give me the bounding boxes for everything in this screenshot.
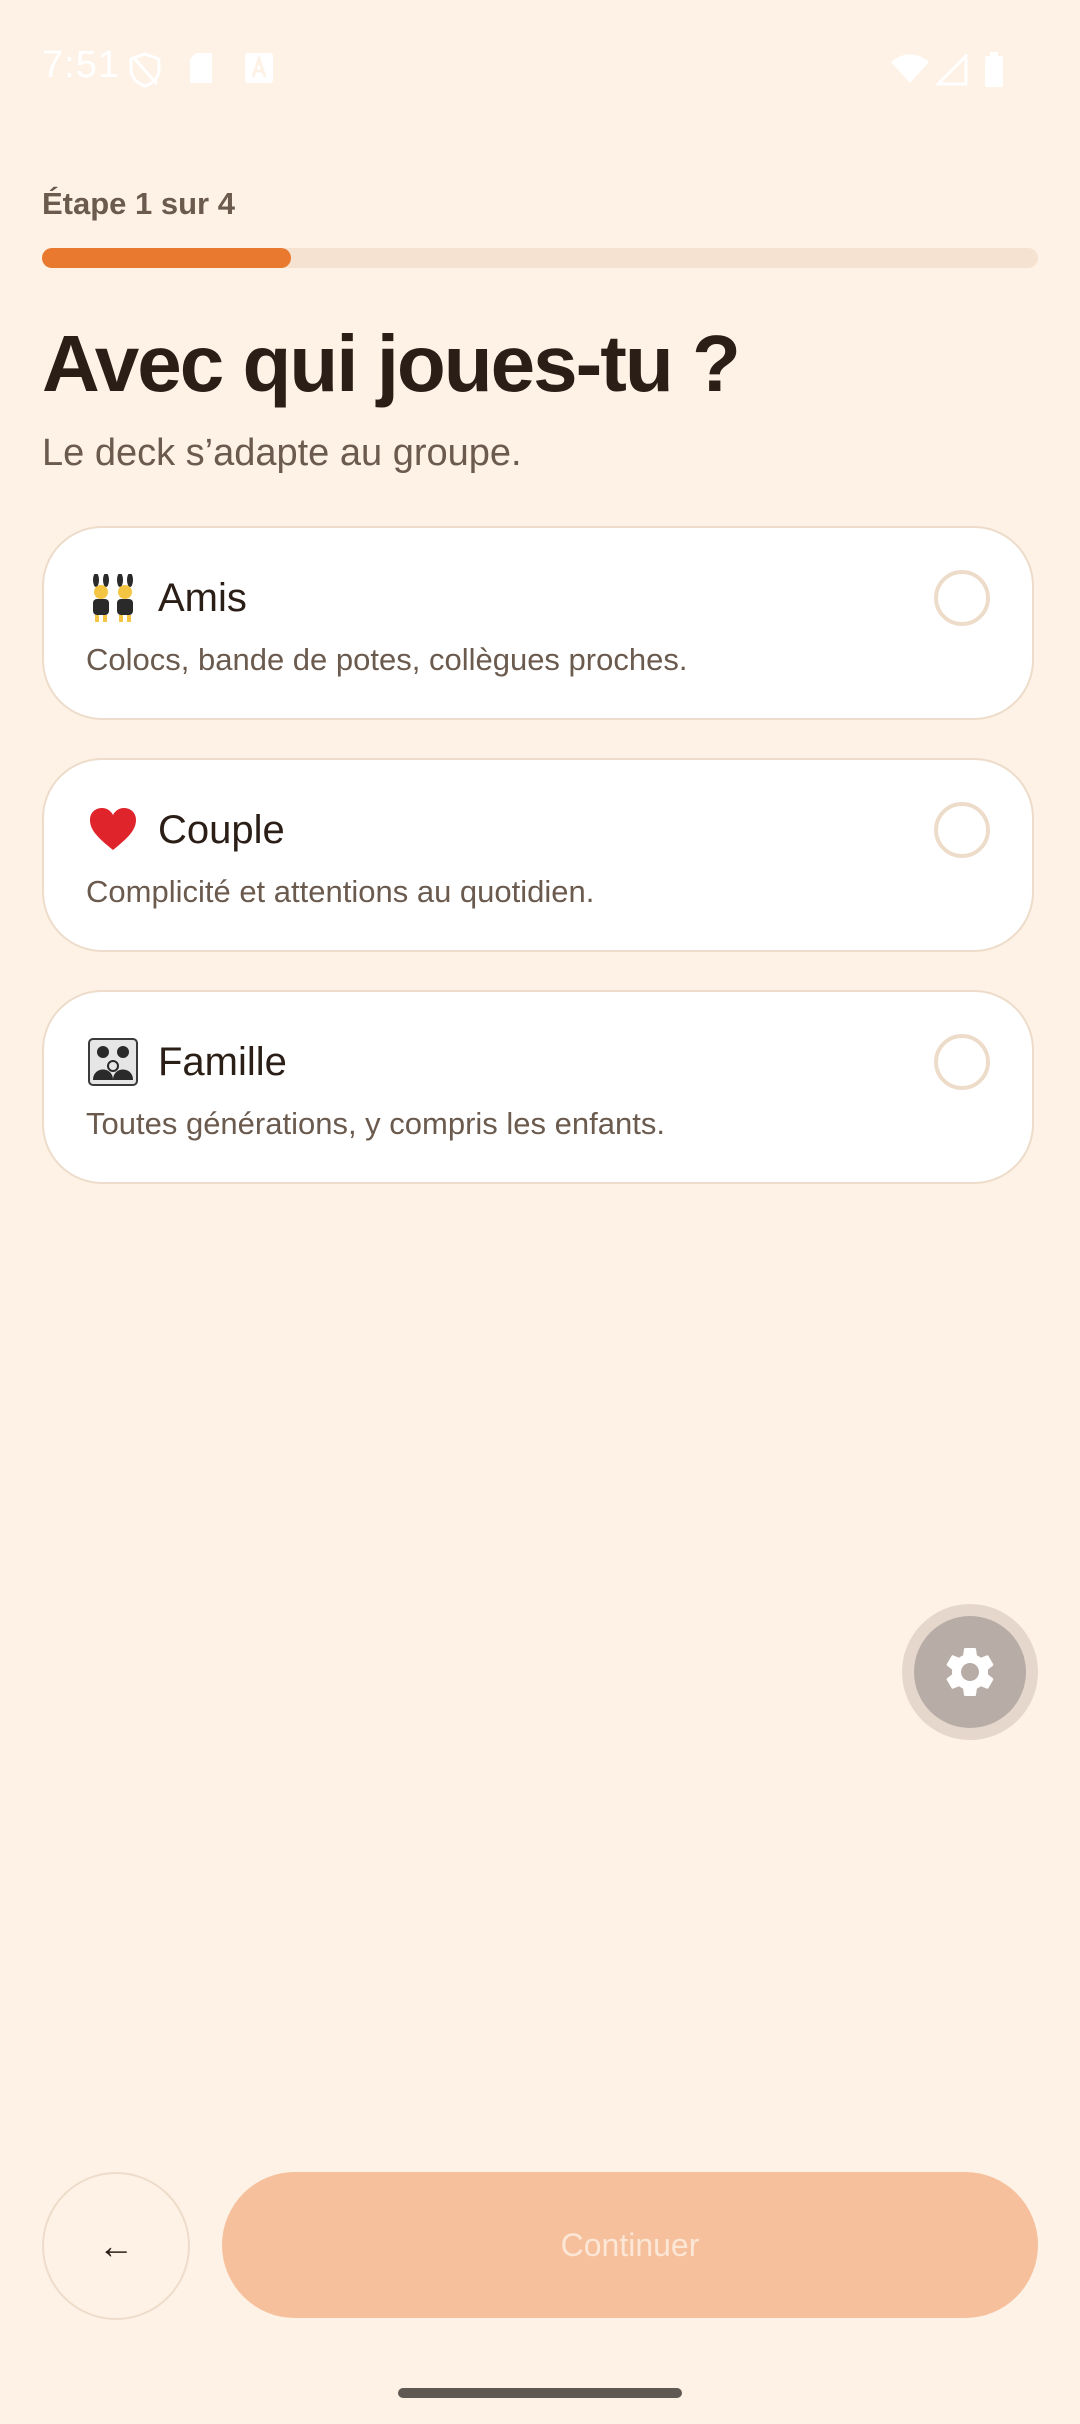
progress-track bbox=[42, 248, 1038, 268]
option-description: Colocs, bande de potes, collègues proche… bbox=[86, 642, 688, 677]
option-card-couple[interactable]: Couple Complicité et attentions au quoti… bbox=[42, 758, 1034, 952]
option-card-famille[interactable]: Famille Toutes générations, y compris le… bbox=[42, 990, 1034, 1184]
shield-icon bbox=[129, 52, 161, 88]
option-title: Amis bbox=[158, 576, 247, 620]
gear-icon bbox=[946, 1648, 994, 1696]
status-bar: 7:51 bbox=[0, 0, 1080, 140]
option-description: Complicité et attentions au quotidien. bbox=[86, 874, 595, 909]
option-radio-famille[interactable] bbox=[934, 1034, 990, 1090]
red-heart-emoji-icon bbox=[90, 808, 136, 850]
step-label: Étape 1 sur 4 bbox=[42, 186, 235, 221]
option-radio-couple[interactable] bbox=[934, 802, 990, 858]
option-radio-amis[interactable] bbox=[934, 570, 990, 626]
settings-fab-ring bbox=[902, 1604, 1038, 1740]
sim-card-icon bbox=[190, 53, 212, 83]
option-title: Couple bbox=[158, 808, 285, 852]
settings-fab[interactable] bbox=[914, 1616, 1026, 1728]
text-a-icon bbox=[245, 53, 273, 83]
option-title: Famille bbox=[158, 1040, 287, 1084]
option-description: Toutes générations, y compris les enfant… bbox=[86, 1106, 665, 1141]
option-card-amis[interactable]: Amis Colocs, bande de potes, collègues p… bbox=[42, 526, 1034, 720]
wifi-icon bbox=[891, 54, 929, 83]
cellular-signal-icon bbox=[936, 54, 968, 86]
home-indicator[interactable] bbox=[398, 2388, 682, 2398]
people-with-bunny-ears-emoji-icon bbox=[93, 574, 133, 622]
status-time: 7:51 bbox=[42, 44, 120, 86]
continue-button[interactable]: Continuer bbox=[222, 2172, 1038, 2318]
progress-fill bbox=[42, 248, 291, 268]
back-button[interactable]: ← bbox=[42, 2172, 190, 2320]
page-title: Avec qui joues-tu ? bbox=[42, 319, 741, 408]
page-subtitle: Le deck s’adapte au groupe. bbox=[42, 432, 522, 474]
battery-icon bbox=[985, 52, 1003, 87]
family-emoji-icon bbox=[88, 1038, 138, 1086]
